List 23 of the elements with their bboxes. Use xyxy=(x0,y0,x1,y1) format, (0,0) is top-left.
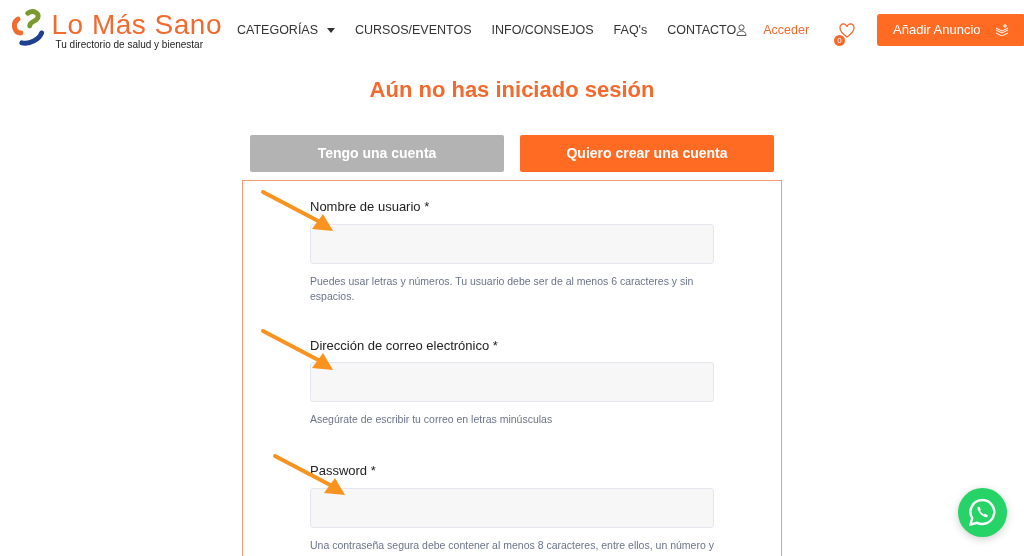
whatsapp-button[interactable] xyxy=(958,488,1007,537)
input-field[interactable] xyxy=(310,487,714,528)
field-label: Password * xyxy=(310,462,377,480)
input-field[interactable] xyxy=(310,223,714,264)
help-text: Una contraseña segura debe contener al menos 8 caracteres, entre ellos, un número y xyxy=(310,537,715,553)
help-text: Asegúrate de escribir tu correo en letras minúsculas xyxy=(310,412,554,427)
heart-icon[interactable] xyxy=(839,23,856,39)
field-label: Nombre de usuario * xyxy=(310,198,431,216)
logo-tagline: Tu directorio de salud y bienestar xyxy=(55,39,204,50)
input-field[interactable] xyxy=(310,362,714,402)
nav-link[interactable]: INFO/CONSEJOS xyxy=(491,20,594,40)
nav-link[interactable]: CURSOS/EVENTOS xyxy=(355,20,472,40)
logo-icon xyxy=(12,8,46,47)
nav-link[interactable]: CATEGORÍAS xyxy=(237,20,336,40)
field-label: Dirección de correo electrónico * xyxy=(310,336,499,355)
nav-link[interactable]: CONTACTO xyxy=(667,20,737,40)
favorites-count: 0 xyxy=(834,35,846,46)
nav-link[interactable]: FAQ's xyxy=(613,20,648,40)
caret-icon xyxy=(327,27,336,33)
help-text: Puedes usar letras y números. Tu usuario debe ser de al menos 6 caracteres y sin espacios. xyxy=(310,273,695,304)
page-title: Aún no has iniciado sesión xyxy=(368,77,656,104)
stack-plus-icon xyxy=(994,24,1009,36)
user-icon xyxy=(736,24,748,36)
